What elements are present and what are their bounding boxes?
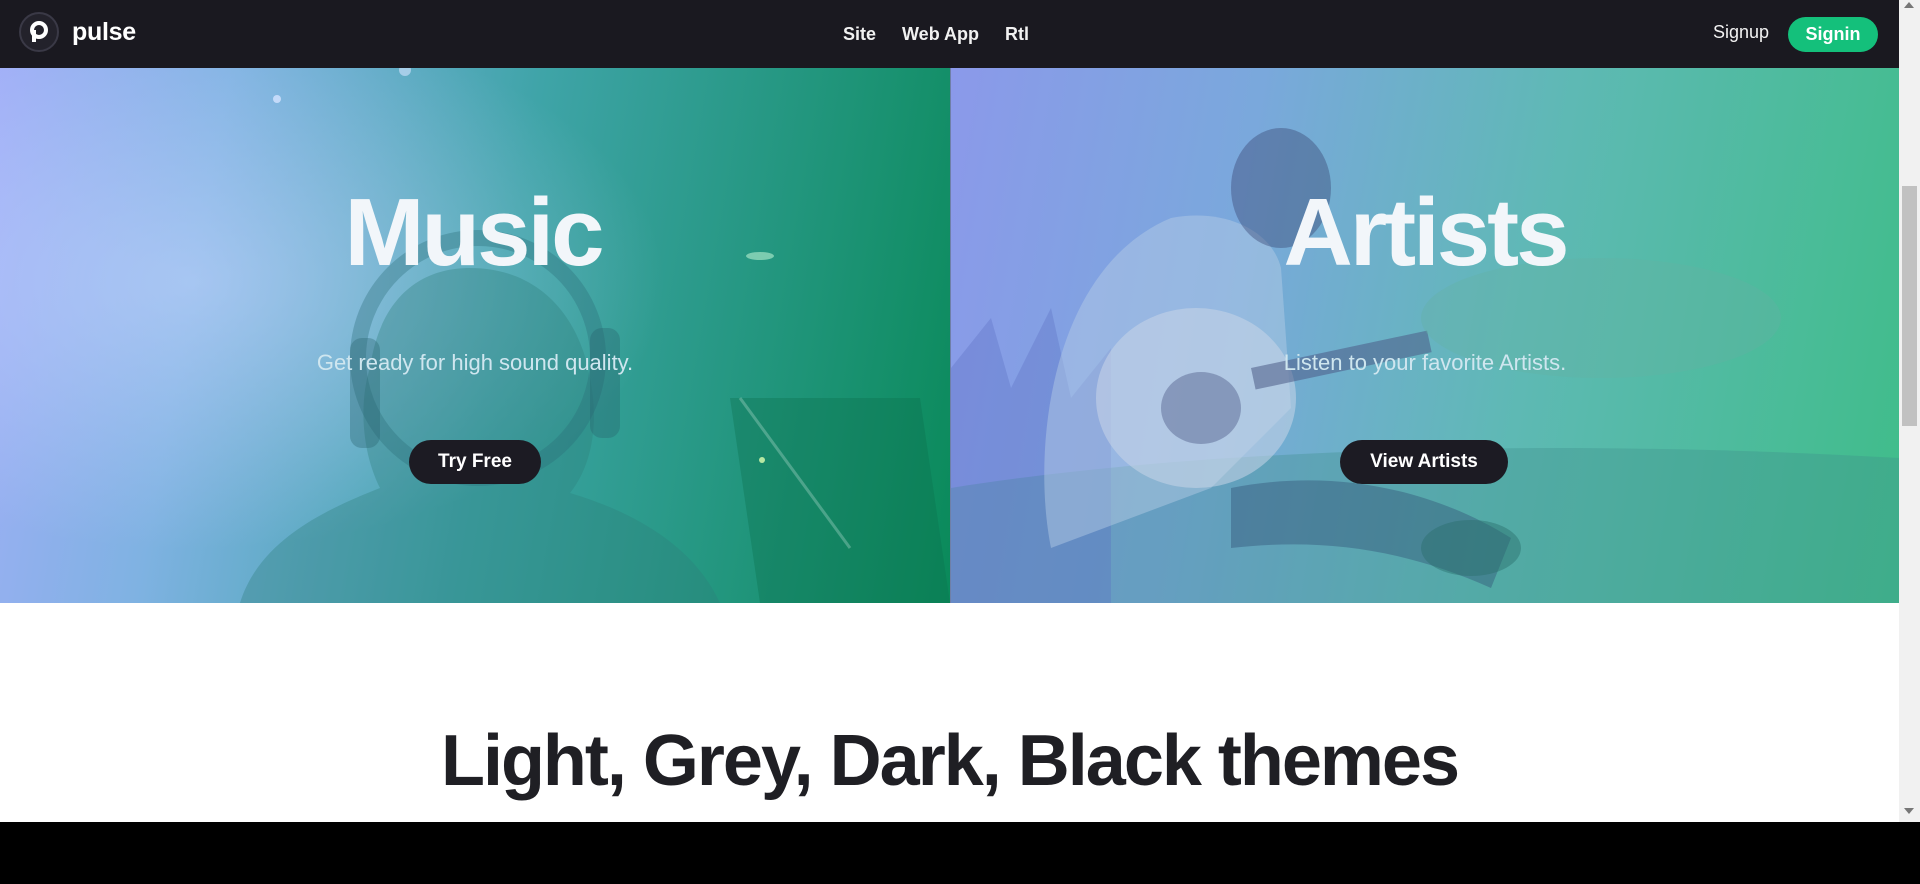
artists-title: Artists bbox=[1283, 179, 1569, 286]
brand-name: pulse bbox=[72, 17, 136, 46]
pulse-logo-icon bbox=[19, 12, 59, 52]
signup-link[interactable]: Signup bbox=[1713, 22, 1769, 43]
try-free-button[interactable]: Try Free bbox=[409, 440, 541, 484]
themes-heading: Light, Grey, Dark, Black themes bbox=[440, 721, 1460, 801]
signin-button[interactable]: Signin bbox=[1788, 17, 1878, 52]
artists-subtitle: Listen to your favorite Artists. bbox=[1283, 350, 1567, 375]
screen-bottom-bar bbox=[0, 822, 1920, 884]
vertical-scrollbar[interactable] bbox=[1899, 0, 1920, 822]
brand-logo[interactable]: pulse bbox=[19, 12, 136, 52]
music-title: Music bbox=[344, 179, 604, 286]
browser-viewport: pulse Site Web App Rtl Signup Signin Mus… bbox=[0, 0, 1899, 822]
scroll-up-arrow-icon[interactable] bbox=[1904, 2, 1914, 8]
music-background-image bbox=[0, 68, 950, 603]
nav-rtl-link[interactable]: Rtl bbox=[1005, 24, 1029, 45]
nav-web-app-link[interactable]: Web App bbox=[902, 24, 979, 45]
music-subtitle: Get ready for high sound quality. bbox=[316, 350, 634, 375]
nav-site-link[interactable]: Site bbox=[843, 24, 876, 45]
view-artists-button[interactable]: View Artists bbox=[1340, 440, 1508, 484]
artists-background-image bbox=[951, 128, 1899, 603]
scroll-down-arrow-icon[interactable] bbox=[1904, 808, 1914, 814]
main-nav: Site Web App Rtl bbox=[843, 24, 1055, 45]
artists-hero-panel: Artists Listen to your favorite Artists.… bbox=[951, 68, 1899, 603]
scrollbar-thumb[interactable] bbox=[1902, 186, 1917, 426]
music-hero-panel: Music Get ready for high sound quality. … bbox=[0, 68, 950, 603]
top-navbar: pulse Site Web App Rtl Signup Signin bbox=[0, 0, 1899, 68]
